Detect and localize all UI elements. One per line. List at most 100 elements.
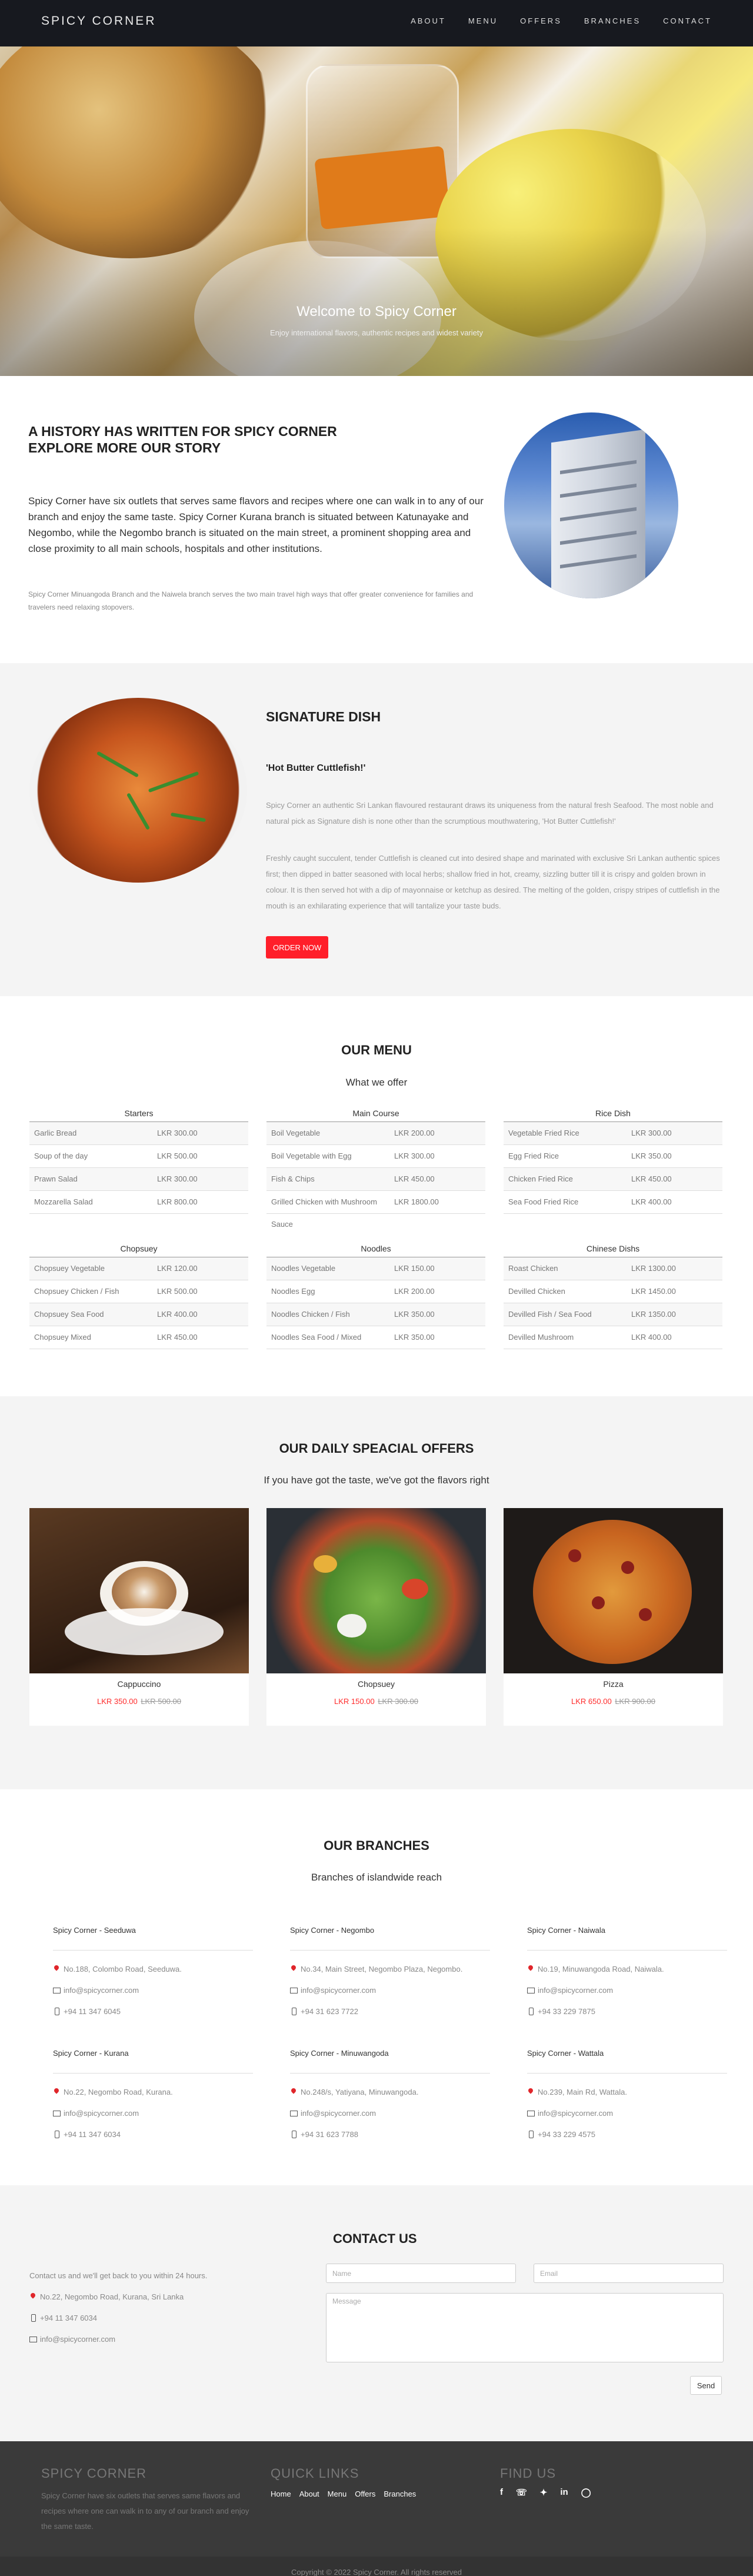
branch-card: Spicy Corner - Negombo No.34, Main Street…	[290, 1926, 490, 2016]
footer-link-branches[interactable]: Branches	[384, 2490, 416, 2498]
branch-email[interactable]: info@spicycorner.com	[64, 2109, 139, 2118]
menu-item-price: LKR 500.00	[157, 1151, 198, 1160]
menu-item-row: Devilled Chicken LKR 1450.00	[504, 1280, 722, 1303]
menu-item-price: LKR 450.00	[631, 1174, 672, 1183]
menu-item-name: Garlic Bread	[34, 1129, 77, 1137]
signature-dish-image	[29, 698, 247, 883]
nav-link-branches[interactable]: BRANCHES	[584, 16, 641, 25]
phone-icon	[53, 2008, 60, 2015]
envelope-icon	[53, 1986, 61, 1994]
send-button[interactable]: Send	[690, 2376, 722, 2395]
branches-section: OUR BRANCHES Branches of islandwide reac…	[0, 1789, 753, 2185]
nav-link-contact[interactable]: CONTACT	[663, 16, 712, 25]
branch-email[interactable]: info@spicycorner.com	[538, 1986, 613, 1995]
message-field[interactable]	[326, 2293, 724, 2362]
footer-brand: SPICY CORNER	[41, 2466, 147, 2481]
branch-email[interactable]: info@spicycorner.com	[301, 2109, 376, 2118]
phone-icon	[290, 2131, 297, 2138]
menu-table-chinese-dishs: Chinese Dishs Roast Chicken LKR 1300.00 Dev…	[504, 1242, 722, 1349]
menu-category-title: Rice Dish	[504, 1107, 722, 1122]
offer-name: Chopsuey	[357, 1679, 395, 1689]
email-field[interactable]	[534, 2264, 724, 2283]
signature-section: SIGNATURE DISH 'Hot Butter Cuttlefish!' …	[0, 663, 753, 996]
branch-email[interactable]: info@spicycorner.com	[64, 1986, 139, 1995]
whatsapp-icon[interactable]: ☏	[516, 2487, 527, 2498]
contact-heading: CONTACT US	[333, 2231, 417, 2246]
twitter-icon[interactable]: ✦	[540, 2487, 548, 2498]
menu-item-row: Fish & Chips LKR 450.00	[266, 1168, 485, 1191]
menu-item-row: Prawn Salad LKR 300.00	[29, 1168, 248, 1191]
envelope-icon	[53, 2109, 61, 2117]
name-field[interactable]	[326, 2264, 516, 2283]
menu-item-row: Chopsuey Chicken / Fish LKR 500.00	[29, 1280, 248, 1303]
offer-card-cappuccino[interactable]: Cappuccino LKR 350.00 LKR 500.00	[29, 1508, 249, 1726]
menu-item-name: Roast Chicken	[508, 1264, 558, 1273]
menu-item-name: Devilled Mushroom	[508, 1333, 574, 1342]
signature-heading: SIGNATURE DISH	[266, 709, 381, 724]
footer-link-about[interactable]: About	[299, 2490, 319, 2498]
map-marker-icon	[29, 2293, 36, 2301]
offer-card-pizza[interactable]: Pizza LKR 650.00 LKR 900.00	[504, 1508, 723, 1726]
branches-heading: OUR BRANCHES	[324, 1838, 429, 1853]
menu-item-price: LKR 400.00	[157, 1310, 198, 1319]
branch-email[interactable]: info@spicycorner.com	[301, 1986, 376, 1995]
menu-item-name: Devilled Fish / Sea Food	[508, 1310, 592, 1319]
nav-link-offers[interactable]: OFFERS	[520, 16, 562, 25]
menu-item-price: LKR 450.00	[394, 1174, 435, 1183]
footer-link-menu[interactable]: Menu	[328, 2490, 347, 2498]
contact-phone: +94 11 347 6034	[40, 2314, 97, 2322]
branch-email[interactable]: info@spicycorner.com	[538, 2109, 613, 2118]
facebook-icon[interactable]: f	[500, 2487, 503, 2498]
instagram-icon[interactable]: ◯	[581, 2487, 591, 2498]
menu-subheading: What we offer	[345, 1077, 408, 1088]
menu-item-name: Egg Fried Rice	[508, 1151, 559, 1160]
menu-table-chopsuey: Chopsuey Chopsuey Vegetable LKR 120.00 Chop…	[29, 1242, 248, 1349]
brand-logo[interactable]: SPICY CORNER	[41, 14, 156, 28]
branch-phone[interactable]: +94 31 623 7788	[301, 2130, 358, 2139]
linkedin-icon[interactable]: in	[560, 2487, 568, 2498]
envelope-icon	[290, 2109, 298, 2117]
branch-phone[interactable]: +94 33 229 4575	[538, 2130, 595, 2139]
menu-item-price: LKR 300.00	[157, 1129, 198, 1137]
menu-category-title: Main Course	[266, 1107, 485, 1122]
menu-item-name: Mozzarella Salad	[34, 1197, 93, 1206]
contact-address: No.22, Negombo Road, Kurana, Sri Lanka	[40, 2292, 184, 2301]
order-now-button[interactable]: ORDER NOW	[266, 936, 329, 958]
phone-icon	[527, 2008, 534, 2015]
offers-section: OUR DAILY SPEACIAL OFFERS If you have go…	[0, 1396, 753, 1789]
nav-link-about[interactable]: ABOUT	[411, 16, 446, 25]
offer-price: LKR 150.00 LKR 300.00	[334, 1697, 418, 1706]
offer-card-chopsuey[interactable]: Chopsuey LKR 150.00 LKR 300.00	[266, 1508, 486, 1726]
menu-item-price: LKR 300.00	[157, 1174, 198, 1183]
menu-item-row: Boil Vegetable with Egg LKR 300.00	[266, 1145, 485, 1168]
menu-item-row: Soup of the day LKR 500.00	[29, 1145, 248, 1168]
footer-quick-links-title: QUICK LINKS	[271, 2466, 359, 2481]
menu-item-name: Noodles Chicken / Fish	[271, 1310, 350, 1319]
branch-phone[interactable]: +94 31 623 7722	[301, 2007, 358, 2016]
pizza-image	[504, 1508, 723, 1673]
offers-heading: OUR DAILY SPEACIAL OFFERS	[279, 1441, 474, 1456]
branch-name: Spicy Corner - Kurana	[53, 2049, 253, 2074]
footer-link-offers[interactable]: Offers	[355, 2490, 375, 2498]
navbar: SPICY CORNER ABOUT MENU OFFERS BRANCHES …	[0, 0, 753, 46]
menu-item-name: Devilled Chicken	[508, 1287, 565, 1296]
building-image	[504, 412, 678, 598]
branch-card: Spicy Corner - Wattala No.239, Main Rd, W…	[527, 2049, 727, 2139]
chopsuey-image	[266, 1508, 486, 1673]
branch-phone[interactable]: +94 11 347 6034	[64, 2130, 121, 2139]
copyright-bar: Copyright © 2022 Spicy Corner. All right…	[0, 2557, 753, 2576]
menu-item-row: Roast Chicken LKR 1300.00	[504, 1257, 722, 1280]
nav-link-menu[interactable]: MENU	[468, 16, 498, 25]
branch-phone[interactable]: +94 33 229 7875	[538, 2007, 595, 2016]
envelope-icon	[290, 1986, 298, 1994]
branch-address: No.22, Negombo Road, Kurana.	[64, 2088, 173, 2096]
menu-item-name: Sea Food Fried Rice	[508, 1197, 579, 1206]
offers-subheading: If you have got the taste, we've got the…	[264, 1475, 489, 1486]
footer-link-home[interactable]: Home	[271, 2490, 291, 2498]
contact-info: Contact us and we'll get back to you wit…	[29, 2271, 207, 2356]
menu-item-row: Egg Fried Rice LKR 350.00	[504, 1145, 722, 1168]
branch-phone[interactable]: +94 11 347 6045	[64, 2007, 121, 2016]
phone-icon	[290, 2008, 297, 2015]
menu-item-price: LKR 350.00	[394, 1310, 435, 1319]
menu-item-price: LKR 1300.00	[631, 1264, 676, 1273]
